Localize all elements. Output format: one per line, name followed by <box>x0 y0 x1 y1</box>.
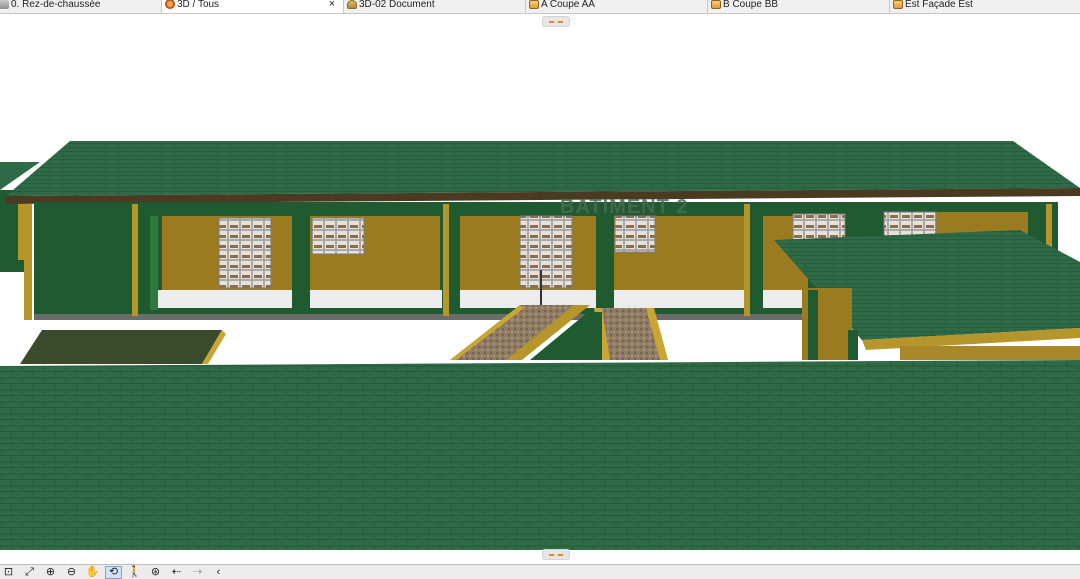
zoom-out-icon[interactable]: ⊖ <box>63 566 80 579</box>
3d-scene <box>0 141 1080 550</box>
tab-label: 0. Rez-de-chaussée <box>11 0 101 10</box>
3d-viewport[interactable]: BATIMENT 2 <box>0 14 1080 564</box>
3d-view-icon <box>165 0 175 9</box>
tab-label: 3D-02 Document <box>359 0 435 10</box>
fit-in-window-icon[interactable]: ⤢ <box>21 566 38 579</box>
bottom-splitter-handle[interactable] <box>542 549 570 560</box>
tab-label: B Coupe BB <box>723 0 779 10</box>
building-sign: BATIMENT 2 <box>560 196 689 218</box>
window <box>218 217 272 289</box>
window <box>311 217 365 255</box>
scroll-left-icon[interactable]: ‹ <box>210 566 227 579</box>
tab-coupe-aa[interactable]: A Coupe AA <box>526 0 708 13</box>
floor-plan-icon <box>0 0 9 9</box>
walk-icon[interactable]: 🚶 <box>126 566 143 579</box>
tab-facade-est[interactable]: Est Façade Est <box>890 0 1080 13</box>
previous-zoom-icon[interactable]: ⇠ <box>168 566 185 579</box>
tab-label: Est Façade Est <box>905 0 973 10</box>
left-lower-roof <box>20 330 222 364</box>
section-icon <box>529 0 539 9</box>
pan-icon[interactable]: ✋ <box>84 566 101 579</box>
tab-label: 3D / Tous <box>177 0 220 10</box>
main-roof <box>6 141 1080 196</box>
tab-coupe-bb[interactable]: B Coupe BB <box>708 0 890 13</box>
tab-3d-02-document[interactable]: 3D-02 Document <box>344 0 526 13</box>
foreground-roof <box>0 360 1080 550</box>
view-tab-bar: 0. Rez-de-chaussée 3D / Tous × 3D-02 Doc… <box>0 0 1080 14</box>
tab-3d-tous[interactable]: 3D / Tous × <box>162 0 344 13</box>
zoom-window-icon[interactable]: ⊡ <box>0 566 17 579</box>
navigation-toolbar: ⊡ ⤢ ⊕ ⊖ ✋ ⟲ 🚶 ⊛ ⇠ ⇢ ‹ <box>0 564 1080 579</box>
next-zoom-icon[interactable]: ⇢ <box>189 566 206 579</box>
elevation-icon <box>893 0 903 9</box>
window <box>792 213 846 241</box>
explore-icon[interactable]: ⊛ <box>147 566 164 579</box>
orbit-icon[interactable]: ⟲ <box>105 565 122 579</box>
top-splitter-handle[interactable] <box>542 16 570 27</box>
close-icon[interactable]: × <box>329 0 335 10</box>
door <box>519 215 573 289</box>
tab-rez-de-chaussee[interactable]: 0. Rez-de-chaussée <box>0 0 162 13</box>
zoom-in-icon[interactable]: ⊕ <box>42 566 59 579</box>
window <box>614 215 656 253</box>
section-icon <box>711 0 721 9</box>
3d-document-icon <box>347 0 357 9</box>
tab-label: A Coupe AA <box>541 0 595 10</box>
